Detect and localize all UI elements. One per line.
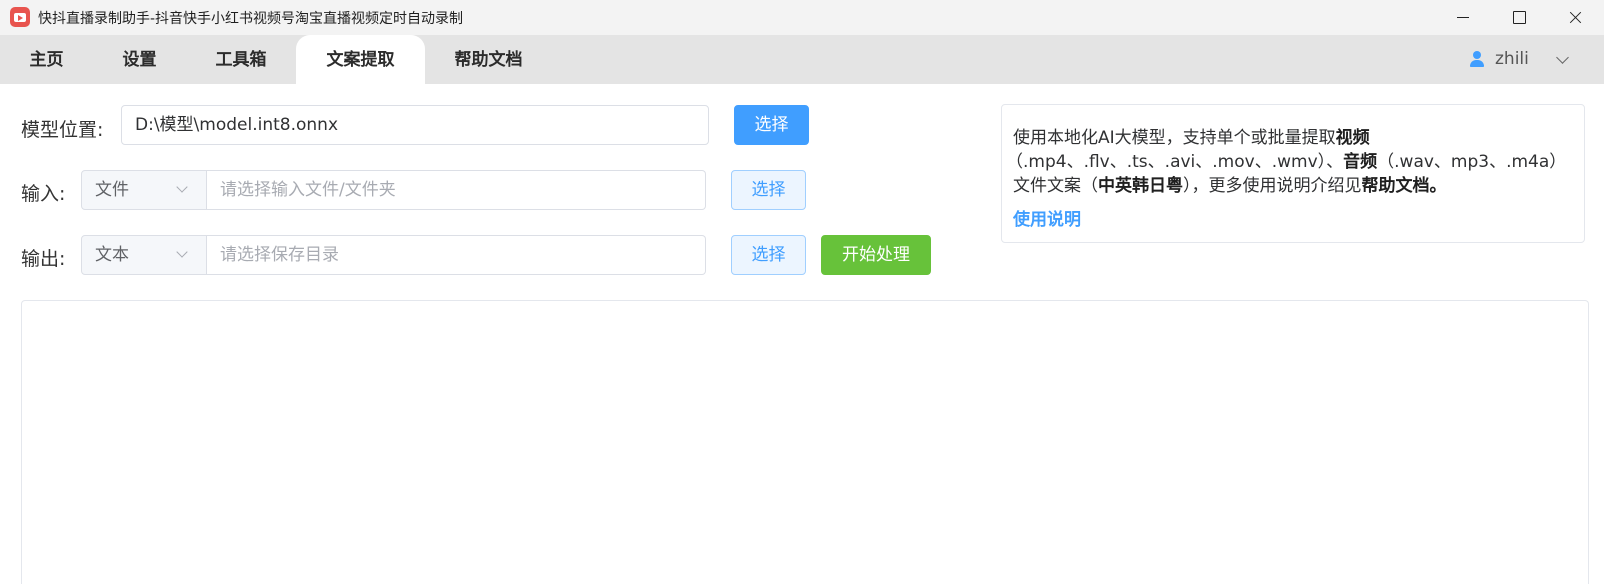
model-path-input[interactable]: D:\模型\model.int8.onnx [121,105,709,145]
chevron-down-icon [176,181,188,193]
model-location-label: 模型位置: [21,119,104,141]
info-line-2: （.mp4、.flv、.ts、.avi、.mov、.wmv）、音频（.wav、m… [1006,152,1567,172]
input-label: 输入: [21,183,66,205]
info-card: 使用本地化AI大模型，支持单个或批量提取视频 （.mp4、.flv、.ts、.a… [1001,104,1585,243]
minimize-button[interactable] [1440,0,1486,35]
output-select-button[interactable]: 选择 [731,235,806,275]
start-process-button[interactable]: 开始处理 [821,235,931,275]
user-name: zhili [1495,49,1529,69]
close-button[interactable] [1552,0,1598,35]
maximize-button[interactable] [1496,0,1542,35]
app-window: 快抖直播录制助手-抖音快手小红书视频号淘宝直播视频定时自动录制 主页 设置 工具… [0,0,1604,584]
tab-help-docs[interactable]: 帮助文档 [425,35,552,84]
app-logo-icon [10,7,30,27]
input-path-field[interactable]: 请选择输入文件/文件夹 [207,170,706,210]
input-type-select[interactable]: 文件 [81,170,207,210]
user-menu[interactable]: zhili [1470,35,1569,84]
info-line-3: 文件文案（中英韩日粤），更多使用说明介绍见帮助文档。 [1013,176,1447,196]
output-dir-field[interactable]: 请选择保存目录 [207,235,706,275]
tab-toolbox[interactable]: 工具箱 [186,35,296,84]
tab-text-extract[interactable]: 文案提取 [296,35,425,84]
chevron-down-icon [1556,51,1569,64]
model-select-button[interactable]: 选择 [734,105,809,145]
tab-settings[interactable]: 设置 [93,35,186,84]
chevron-down-icon [176,246,188,258]
input-select-button[interactable]: 选择 [731,170,806,210]
input-type-value: 文件 [95,180,129,200]
tab-bar: 主页 设置 工具箱 文案提取 帮助文档 zhili [0,35,1604,84]
user-icon [1469,51,1485,68]
info-line-1: 使用本地化AI大模型，支持单个或批量提取视频 [1013,128,1370,148]
window-title: 快抖直播录制助手-抖音快手小红书视频号淘宝直播视频定时自动录制 [38,11,464,27]
output-log-area[interactable] [21,300,1589,584]
output-label: 输出: [21,248,66,270]
usage-instructions-link[interactable]: 使用说明 [1013,205,1081,230]
output-type-select[interactable]: 文本 [81,235,207,275]
title-bar: 快抖直播录制助手-抖音快手小红书视频号淘宝直播视频定时自动录制 [0,0,1604,35]
tab-home[interactable]: 主页 [0,35,93,84]
output-type-value: 文本 [95,245,129,265]
